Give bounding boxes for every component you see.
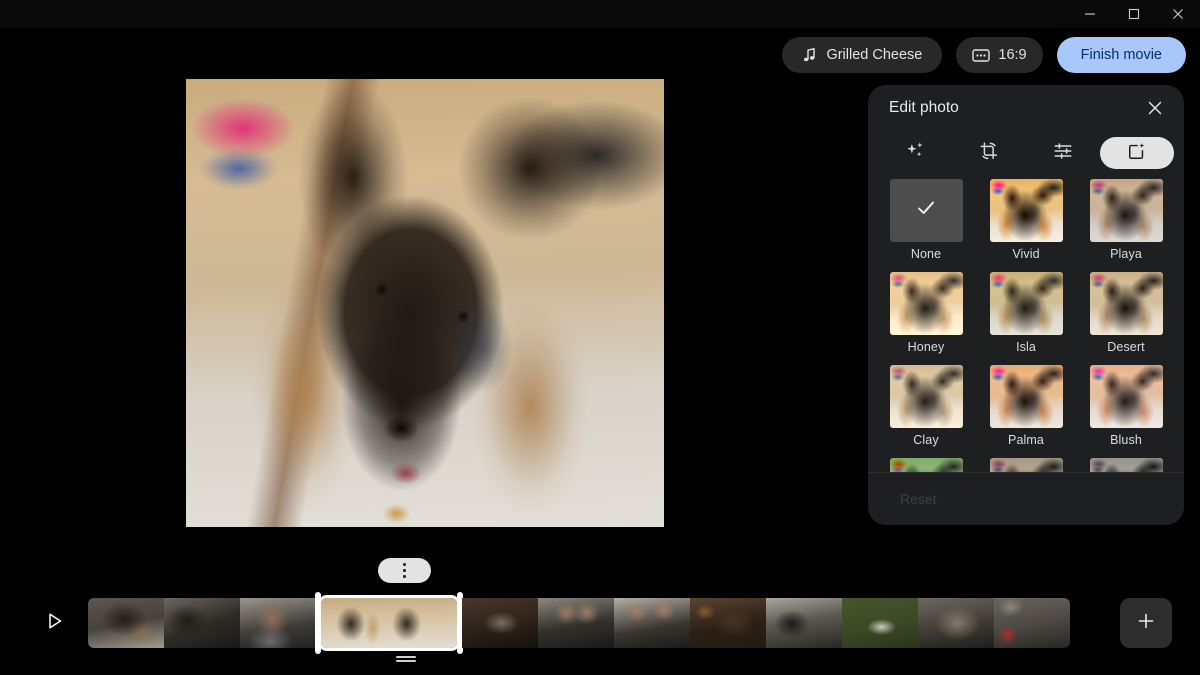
- timeline-clip[interactable]: [918, 598, 994, 648]
- timeline-clip[interactable]: [538, 598, 614, 648]
- filter-label: None: [910, 247, 942, 261]
- timeline-clip[interactable]: [690, 598, 766, 648]
- filter-label: Clay: [913, 433, 939, 447]
- filter-swatch: [889, 458, 963, 472]
- edit-photo-panel: Edit photo None Vivid Playa Honey Isla D…: [868, 85, 1184, 525]
- filter-option-clay[interactable]: Clay: [886, 365, 966, 454]
- clip-drag-handle[interactable]: [396, 656, 416, 662]
- filter-swatch: [989, 179, 1063, 242]
- music-note-icon: [802, 47, 817, 63]
- filter-option-row4-b[interactable]: [986, 458, 1066, 472]
- close-icon[interactable]: [1156, 0, 1200, 28]
- filter-swatch: [889, 365, 963, 428]
- filter-label: Palma: [1008, 433, 1044, 447]
- timeline-clip-thumbnail: [321, 598, 457, 648]
- filter-swatch: [1089, 272, 1163, 335]
- maximize-icon[interactable]: [1112, 0, 1156, 28]
- plus-icon: [1136, 611, 1156, 636]
- timeline-filmstrip[interactable]: [88, 592, 1110, 654]
- timeline-clip[interactable]: [842, 598, 918, 648]
- filter-label: Playa: [1110, 247, 1142, 261]
- filter-swatch: [1089, 365, 1163, 428]
- music-track-label: Grilled Cheese: [826, 47, 923, 63]
- finish-movie-button[interactable]: Finish movie: [1056, 37, 1186, 73]
- filter-swatch: [989, 365, 1063, 428]
- filter-option-playa[interactable]: Playa: [1086, 179, 1166, 268]
- edit-photo-header: Edit photo: [868, 85, 1184, 131]
- timeline-clip[interactable]: [462, 598, 538, 648]
- aspect-ratio-label: 16:9: [998, 47, 1027, 63]
- timeline-clip[interactable]: [88, 598, 164, 648]
- close-icon[interactable]: [1140, 93, 1170, 123]
- check-icon: [914, 196, 938, 225]
- filter-grid: None Vivid Playa Honey Isla Desert Clay …: [886, 179, 1166, 472]
- timeline-clip[interactable]: [164, 598, 240, 648]
- filter-label: Honey: [907, 340, 945, 354]
- reset-button[interactable]: Reset: [890, 485, 947, 513]
- photo-filter-icon: [1127, 141, 1147, 166]
- crop-rotate-icon: [978, 140, 1000, 167]
- tune-sliders-icon: [1053, 141, 1073, 166]
- timeline-clip[interactable]: [766, 598, 842, 648]
- filter-label: Isla: [1016, 340, 1036, 354]
- top-action-bar: Grilled Cheese 16:9 Finish movie: [0, 36, 1200, 74]
- filter-swatch: [989, 458, 1063, 472]
- filter-option-isla[interactable]: Isla: [986, 272, 1066, 361]
- tab-adjust[interactable]: [1026, 137, 1100, 169]
- filter-swatch: [1089, 458, 1163, 472]
- filter-option-none[interactable]: None: [886, 179, 966, 268]
- window-titlebar: [0, 0, 1200, 28]
- filter-option-palma[interactable]: Palma: [986, 365, 1066, 454]
- filter-swatch: [889, 179, 963, 242]
- filter-option-blush[interactable]: Blush: [1086, 365, 1166, 454]
- timeline-clip[interactable]: [240, 598, 316, 648]
- play-icon: [47, 612, 63, 635]
- filter-swatch: [989, 272, 1063, 335]
- photo-preview[interactable]: [186, 79, 664, 527]
- aspect-ratio-icon: [972, 48, 991, 63]
- minimize-icon[interactable]: [1068, 0, 1112, 28]
- filter-list[interactable]: None Vivid Playa Honey Isla Desert Clay …: [868, 175, 1184, 473]
- filter-label: Desert: [1107, 340, 1145, 354]
- page-title: Edit photo: [889, 99, 959, 116]
- preview-image: [186, 79, 664, 527]
- filter-option-desert[interactable]: Desert: [1086, 272, 1166, 361]
- sparkle-icon: [905, 140, 926, 166]
- aspect-ratio-button[interactable]: 16:9: [956, 37, 1043, 73]
- clip-options-button[interactable]: [378, 558, 431, 583]
- timeline-clip[interactable]: [614, 598, 690, 648]
- finish-movie-label: Finish movie: [1080, 47, 1162, 63]
- timeline-clip[interactable]: [994, 598, 1070, 648]
- timeline-clip-selected[interactable]: [315, 592, 463, 654]
- tab-enhance[interactable]: [878, 137, 952, 169]
- filter-label: Blush: [1110, 433, 1142, 447]
- filter-option-honey[interactable]: Honey: [886, 272, 966, 361]
- edit-tool-tabs: [868, 131, 1184, 175]
- photos-movie-editor: Grilled Cheese 16:9 Finish movie Edit ph…: [0, 0, 1200, 675]
- filter-swatch: [889, 272, 963, 335]
- more-vert-icon: [402, 562, 407, 579]
- filter-option-row4-a[interactable]: [886, 458, 966, 472]
- play-button[interactable]: [40, 608, 70, 638]
- tab-filters[interactable]: [1100, 137, 1174, 169]
- edit-photo-footer: Reset: [868, 473, 1184, 525]
- music-track-button[interactable]: Grilled Cheese: [782, 37, 943, 73]
- filter-option-row4-c[interactable]: [1086, 458, 1166, 472]
- add-clip-button[interactable]: [1120, 598, 1172, 648]
- filter-label: Vivid: [1012, 247, 1040, 261]
- filter-option-vivid[interactable]: Vivid: [986, 179, 1066, 268]
- tab-crop-rotate[interactable]: [952, 137, 1026, 169]
- filter-swatch: [1089, 179, 1163, 242]
